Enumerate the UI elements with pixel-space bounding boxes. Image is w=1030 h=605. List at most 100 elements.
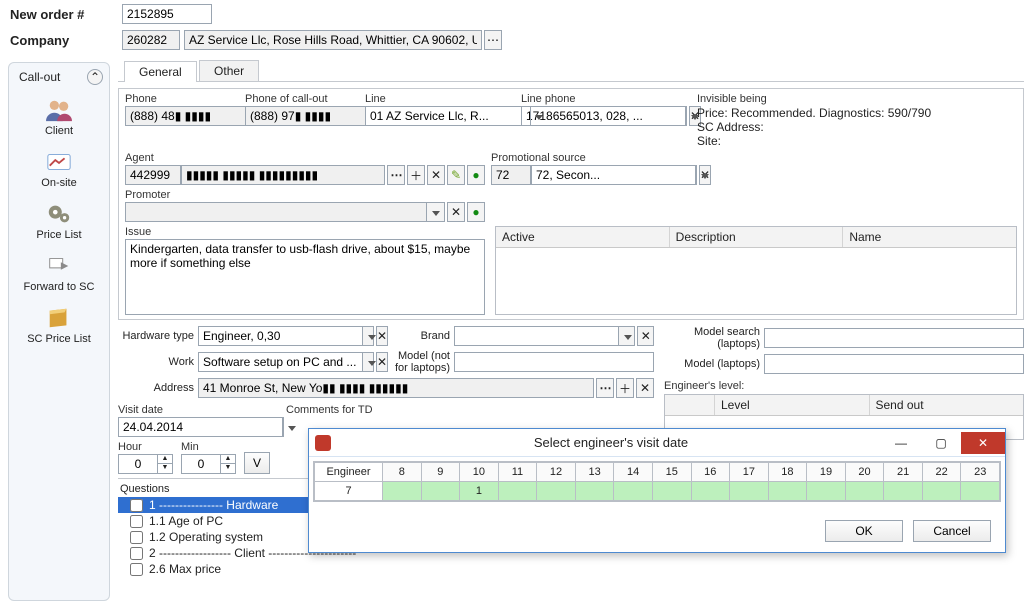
schedule-slot[interactable]: [768, 482, 807, 501]
brand-clear-icon[interactable]: ✕: [637, 326, 654, 346]
col-active[interactable]: Active: [496, 227, 670, 247]
line-select[interactable]: [365, 106, 530, 126]
linephone-dropdown-icon[interactable]: [686, 106, 687, 126]
tab-general[interactable]: General: [124, 61, 197, 82]
min-down-icon[interactable]: ▼: [221, 464, 235, 473]
order-number-input[interactable]: [122, 4, 212, 24]
sidebar-item-onsite[interactable]: On-site: [9, 143, 109, 195]
question-checkbox[interactable]: [130, 531, 143, 544]
sidebar-item-scprice[interactable]: SC Price List: [9, 299, 109, 351]
agent-name-input[interactable]: [181, 165, 385, 185]
maximize-button[interactable]: ▢: [921, 432, 961, 454]
schedule-col-hour[interactable]: 16: [691, 463, 730, 482]
hour-stepper[interactable]: ▲▼: [118, 454, 173, 474]
hwtype-dropdown-icon[interactable]: [363, 326, 374, 346]
schedule-col-hour[interactable]: 23: [961, 463, 1000, 482]
promo-name-select[interactable]: [531, 165, 696, 185]
address-lookup-icon[interactable]: ⋯: [596, 378, 614, 398]
schedule-slot[interactable]: [845, 482, 884, 501]
close-button[interactable]: ✕: [961, 432, 1005, 454]
agent-lookup-icon[interactable]: ⋯: [387, 165, 405, 185]
schedule-slot[interactable]: [421, 482, 460, 501]
sidebar-item-forward[interactable]: Forward to SC: [9, 247, 109, 299]
min-stepper[interactable]: ▲▼: [181, 454, 236, 474]
schedule-col-hour[interactable]: 18: [768, 463, 807, 482]
schedule-slot[interactable]: [961, 482, 1000, 501]
schedule-col-hour[interactable]: 11: [498, 463, 537, 482]
schedule-slot[interactable]: [498, 482, 537, 501]
hwtype-clear-icon[interactable]: ✕: [376, 326, 388, 346]
schedule-slot[interactable]: [614, 482, 653, 501]
schedule-grid[interactable]: Engineer 8 9 10 11 12 13 14 15 16 17 18 …: [313, 461, 1001, 502]
company-code-input[interactable]: [122, 30, 180, 50]
schedule-slot[interactable]: [922, 482, 961, 501]
promo-dropdown-icon[interactable]: [696, 165, 697, 185]
schedule-col-hour[interactable]: 21: [884, 463, 923, 482]
col-level[interactable]: Level: [715, 395, 870, 415]
work-select[interactable]: [198, 352, 363, 372]
address-clear-icon[interactable]: ✕: [636, 378, 654, 398]
sidebar-item-pricelist[interactable]: Price List: [9, 195, 109, 247]
items-grid[interactable]: Active Description Name: [495, 226, 1017, 315]
schedule-col-hour[interactable]: 13: [575, 463, 614, 482]
question-checkbox[interactable]: [130, 515, 143, 528]
cancel-button[interactable]: Cancel: [913, 520, 991, 542]
min-input[interactable]: [181, 454, 221, 474]
schedule-row-engineer[interactable]: 7: [315, 482, 383, 501]
minimize-button[interactable]: —: [881, 432, 921, 454]
promoter-input[interactable]: [125, 202, 427, 222]
schedule-slot[interactable]: [691, 482, 730, 501]
agent-clear-icon[interactable]: ✕: [427, 165, 445, 185]
schedule-slot[interactable]: [383, 482, 422, 501]
schedule-col-hour[interactable]: 9: [421, 463, 460, 482]
min-up-icon[interactable]: ▲: [221, 455, 235, 464]
col-sendout[interactable]: Send out: [870, 395, 1024, 415]
schedule-col-hour[interactable]: 15: [652, 463, 691, 482]
hwtype-select[interactable]: [198, 326, 363, 346]
agent-edit-icon[interactable]: ✎: [447, 165, 465, 185]
visitdate-dropdown-icon[interactable]: [283, 417, 284, 437]
schedule-col-engineer[interactable]: Engineer: [315, 463, 383, 482]
model-laptops-input[interactable]: [764, 354, 1024, 374]
work-clear-icon[interactable]: ✕: [376, 352, 388, 372]
schedule-col-hour[interactable]: 12: [537, 463, 576, 482]
hour-up-icon[interactable]: ▲: [158, 455, 172, 464]
promoter-dial-icon[interactable]: ●: [467, 202, 485, 222]
company-name-input[interactable]: [184, 30, 482, 50]
schedule-slot[interactable]: [537, 482, 576, 501]
schedule-col-hour[interactable]: 20: [845, 463, 884, 482]
ok-button[interactable]: OK: [825, 520, 903, 542]
schedule-col-hour[interactable]: 8: [383, 463, 422, 482]
schedule-slot[interactable]: [884, 482, 923, 501]
line-dropdown-icon[interactable]: [530, 106, 531, 126]
address-add-icon[interactable]: ＋: [616, 378, 634, 398]
hour-input[interactable]: [118, 454, 158, 474]
tab-other[interactable]: Other: [199, 60, 259, 81]
agent-dial-icon[interactable]: ●: [467, 165, 485, 185]
company-lookup-button[interactable]: ⋯: [484, 30, 502, 50]
work-dropdown-icon[interactable]: [363, 352, 374, 372]
brand-dropdown-icon[interactable]: [619, 326, 635, 346]
modelnot-input[interactable]: [454, 352, 654, 372]
model-search-input[interactable]: [764, 328, 1024, 348]
col-name[interactable]: Name: [843, 227, 1016, 247]
brand-select[interactable]: [454, 326, 619, 346]
question-checkbox[interactable]: [130, 499, 143, 512]
question-row[interactable]: 2.6 Max price: [118, 561, 654, 577]
schedule-slot[interactable]: [730, 482, 769, 501]
schedule-slot[interactable]: [652, 482, 691, 501]
promo-code-input[interactable]: [491, 165, 531, 185]
schedule-col-hour[interactable]: 22: [922, 463, 961, 482]
visitdate-input[interactable]: [118, 417, 283, 437]
col-desc[interactable]: Description: [670, 227, 844, 247]
question-checkbox[interactable]: [130, 547, 143, 560]
schedule-col-hour[interactable]: 17: [730, 463, 769, 482]
sidebar-item-client[interactable]: Client: [9, 91, 109, 143]
v-button[interactable]: V: [244, 452, 270, 474]
promoter-clear-icon[interactable]: ✕: [447, 202, 465, 222]
schedule-col-hour[interactable]: 14: [614, 463, 653, 482]
question-checkbox[interactable]: [130, 563, 143, 576]
sidebar-collapse-icon[interactable]: ⌃: [87, 69, 103, 85]
agent-code-input[interactable]: [125, 165, 181, 185]
schedule-slot[interactable]: 1: [460, 482, 499, 501]
